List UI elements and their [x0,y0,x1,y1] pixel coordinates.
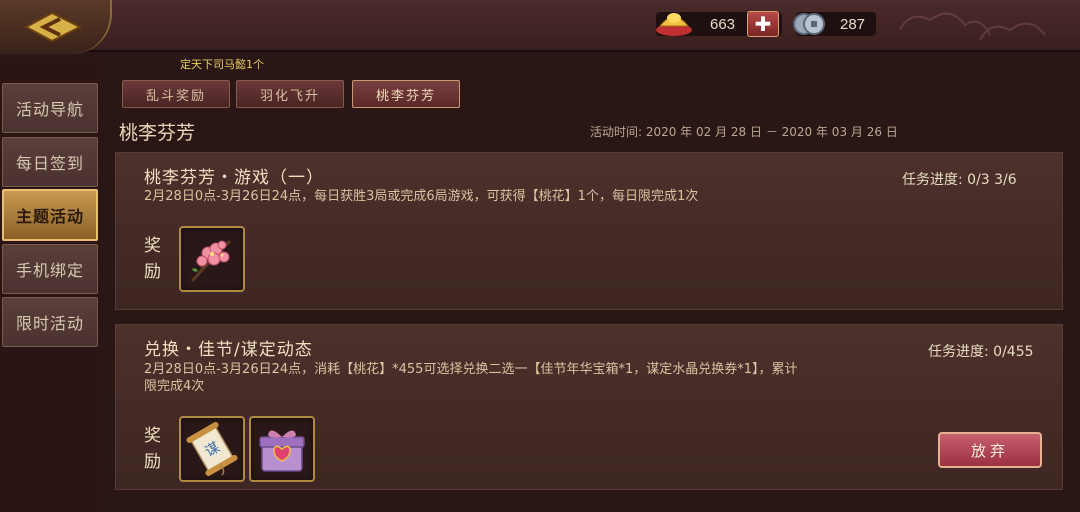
nav-item-theme-activity[interactable]: 主题活动 [2,189,98,241]
give-up-label: 放弃 [970,441,1009,460]
top-bar [0,0,1080,52]
section-title: 桃李芬芳 [119,122,196,144]
plus-icon: ✚ [754,12,772,36]
peach-blossom-icon [190,239,232,283]
silver-coins-icon [793,13,825,35]
task-title: 兑换・佳节/谋定动态 [144,340,313,360]
add-gold-button[interactable]: ✚ [747,11,779,37]
nav-item-label: 主题活动 [15,207,84,226]
tab-label: 乱斗奖励 [145,88,206,104]
task-description-line1: 2月28日0点-3月26日24点，消耗【桃花】*455可选择兑换二选一【佳节年华… [144,362,798,377]
task-card-exchange: 兑换・佳节/谋定动态 任务进度: 0/455 2月28日0点-3月26日24点，… [115,324,1063,490]
back-arrow-icon [23,11,83,43]
task-description-line2: 限完成4次 [144,379,205,394]
tab-ascension[interactable]: 羽化飞升 [236,80,344,108]
reward-label: 奖励 [144,426,161,472]
nav-item-label: 手机绑定 [15,261,84,280]
nav-item-daily-signin[interactable]: 每日签到 [2,137,98,187]
task-title: 桃李芬芳・游戏（一） [144,168,324,188]
silver-amount: 287 [840,15,866,33]
task-description: 2月28日0点-3月26日24点，每日获胜3局或完成6局游戏，可获得【桃花】1个… [144,189,699,204]
gift-box-icon [259,430,305,472]
silver-currency: 287 [793,12,876,36]
scroll-icon: 谋 [186,422,238,476]
nav-item-activity-guide[interactable]: 活动导航 [2,83,98,133]
task-progress: 任务进度: 0/455 [928,344,1034,360]
nav-item-limited-activity[interactable]: 限时活动 [2,297,98,347]
tab-label: 桃李芬芳 [375,88,436,104]
nav-item-label: 限时活动 [15,314,84,333]
nav-item-label: 每日签到 [15,154,84,173]
activity-time: 活动时间: 2020 年 02 月 28 日 － 2020 年 03 月 26 … [590,125,898,139]
task-card-game: 桃李芬芳・游戏（一） 任务进度: 0/3 3/6 2月28日0点-3月26日24… [115,152,1063,310]
back-button[interactable] [0,0,112,54]
give-up-button[interactable]: 放弃 [938,432,1042,468]
reward-slot[interactable] [179,226,245,292]
reward-slot[interactable]: 谋 [179,416,245,482]
reward-slot[interactable] [249,416,315,482]
nav-item-phone-binding[interactable]: 手机绑定 [2,244,98,294]
gold-amount: 663 [710,15,736,33]
cloud-pattern-decoration [899,12,1046,41]
tab-brawl-rewards[interactable]: 乱斗奖励 [122,80,230,108]
task-progress: 任务进度: 0/3 3/6 [902,172,1017,188]
reward-label: 奖励 [144,236,161,282]
gold-ingot-icon [656,13,692,36]
tab-label: 羽化飞升 [259,88,320,104]
tab-peach-plum[interactable]: 桃李芬芳 [352,80,460,108]
left-nav: 活动导航 每日签到 主题活动 手机绑定 限时活动 [0,60,100,512]
nav-item-label: 活动导航 [15,100,84,119]
reward-notice: 定天下司马懿1个 [180,58,264,71]
